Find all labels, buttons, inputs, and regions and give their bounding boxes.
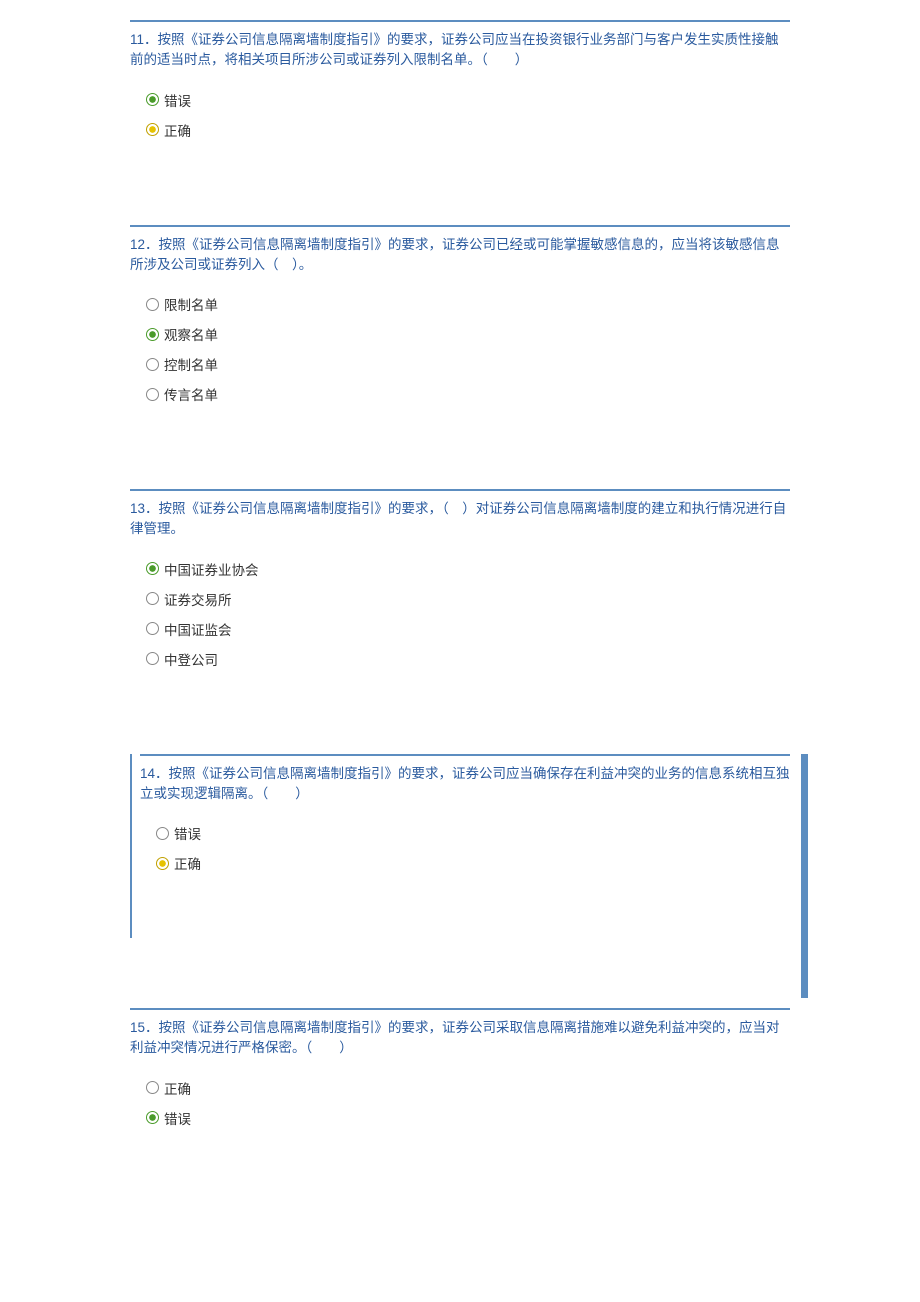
options-group: 限制名单 观察名单 控制名单 传言名单 (130, 283, 790, 409)
option-label: 传言名单 (164, 384, 218, 404)
option-label: 错误 (174, 823, 201, 843)
option-row[interactable]: 中国证券业协会 (146, 554, 790, 584)
option-label: 错误 (164, 90, 191, 110)
option-label: 证券交易所 (164, 589, 232, 609)
question-number: 12． (130, 237, 159, 252)
radio-icon[interactable] (156, 827, 169, 840)
option-label: 中登公司 (164, 649, 218, 669)
question-body: 按照《证券公司信息隔离墙制度指引》的要求，证券公司应当确保存在利益冲突的业务的信… (140, 766, 790, 801)
option-label: 正确 (164, 1078, 191, 1098)
option-row[interactable]: 正确 (146, 115, 790, 145)
question-text: 15．按照《证券公司信息隔离墙制度指引》的要求，证券公司采取信息隔离措施难以避免… (130, 1018, 790, 1067)
question-divider: 15．按照《证券公司信息隔离墙制度指引》的要求，证券公司采取信息隔离措施难以避免… (130, 1008, 790, 1067)
radio-icon[interactable] (146, 1111, 159, 1124)
radio-icon[interactable] (146, 652, 159, 665)
radio-icon[interactable] (146, 388, 159, 401)
question-text: 14．按照《证券公司信息隔离墙制度指引》的要求，证券公司应当确保存在利益冲突的业… (140, 764, 790, 813)
options-group: 错误 正确 (140, 812, 790, 878)
option-row[interactable]: 证券交易所 (146, 584, 790, 614)
option-row[interactable]: 观察名单 (146, 319, 790, 349)
question-14-box: 14．按照《证券公司信息隔离墙制度指引》的要求，证券公司应当确保存在利益冲突的业… (130, 754, 790, 939)
option-label: 正确 (164, 120, 191, 140)
radio-icon[interactable] (146, 622, 159, 635)
question-divider: 14．按照《证券公司信息隔离墙制度指引》的要求，证券公司应当确保存在利益冲突的业… (140, 754, 790, 813)
option-row[interactable]: 错误 (146, 1103, 790, 1133)
option-row[interactable]: 传言名单 (146, 379, 790, 409)
radio-icon[interactable] (146, 123, 159, 136)
question-number: 14． (140, 766, 169, 781)
option-row[interactable]: 中登公司 (146, 644, 790, 674)
question-divider: 12．按照《证券公司信息隔离墙制度指引》的要求，证券公司已经或可能掌握敏感信息的… (130, 225, 790, 284)
question-body: 按照《证券公司信息隔离墙制度指引》的要求，证券公司已经或可能掌握敏感信息的，应当… (130, 237, 780, 272)
option-label: 观察名单 (164, 324, 218, 344)
question-13: 13．按照《证券公司信息隔离墙制度指引》的要求，（ ）对证券公司信息隔离墙制度的… (130, 489, 790, 674)
option-row[interactable]: 控制名单 (146, 349, 790, 379)
question-14-wrapper: 14．按照《证券公司信息隔离墙制度指引》的要求，证券公司应当确保存在利益冲突的业… (130, 754, 790, 939)
question-divider: 13．按照《证券公司信息隔离墙制度指引》的要求，（ ）对证券公司信息隔离墙制度的… (130, 489, 790, 548)
option-row[interactable]: 中国证监会 (146, 614, 790, 644)
options-group: 错误 正确 (130, 79, 790, 145)
radio-icon[interactable] (146, 592, 159, 605)
question-number: 11． (130, 32, 158, 47)
radio-icon[interactable] (146, 93, 159, 106)
question-divider: 11．按照《证券公司信息隔离墙制度指引》的要求，证券公司应当在投资银行业务部门与… (130, 20, 790, 79)
option-row[interactable]: 正确 (146, 1073, 790, 1103)
question-15: 15．按照《证券公司信息隔离墙制度指引》的要求，证券公司采取信息隔离措施难以避免… (130, 1008, 790, 1133)
radio-icon[interactable] (146, 328, 159, 341)
question-number: 15． (130, 1020, 159, 1035)
option-label: 中国证券业协会 (164, 559, 259, 579)
right-bar-icon (801, 754, 808, 999)
question-text: 11．按照《证券公司信息隔离墙制度指引》的要求，证券公司应当在投资银行业务部门与… (130, 30, 790, 79)
option-label: 限制名单 (164, 294, 218, 314)
option-label: 中国证监会 (164, 619, 232, 639)
option-row[interactable]: 错误 (146, 85, 790, 115)
radio-icon[interactable] (146, 1081, 159, 1094)
option-row[interactable]: 限制名单 (146, 289, 790, 319)
question-12: 12．按照《证券公司信息隔离墙制度指引》的要求，证券公司已经或可能掌握敏感信息的… (130, 225, 790, 410)
question-body: 按照《证券公司信息隔离墙制度指引》的要求，证券公司应当在投资银行业务部门与客户发… (130, 32, 779, 67)
radio-icon[interactable] (146, 562, 159, 575)
radio-icon[interactable] (156, 857, 169, 870)
radio-icon[interactable] (146, 298, 159, 311)
question-body: 按照《证券公司信息隔离墙制度指引》的要求，证券公司采取信息隔离措施难以避免利益冲… (130, 1020, 780, 1055)
option-label: 控制名单 (164, 354, 218, 374)
options-group: 正确 错误 (130, 1067, 790, 1133)
option-label: 错误 (164, 1108, 191, 1128)
question-text: 12．按照《证券公司信息隔离墙制度指引》的要求，证券公司已经或可能掌握敏感信息的… (130, 235, 790, 284)
question-number: 13． (130, 501, 159, 516)
option-row[interactable]: 错误 (156, 818, 790, 848)
radio-icon[interactable] (146, 358, 159, 371)
question-body: 按照《证券公司信息隔离墙制度指引》的要求，（ ）对证券公司信息隔离墙制度的建立和… (130, 501, 786, 536)
question-text: 13．按照《证券公司信息隔离墙制度指引》的要求，（ ）对证券公司信息隔离墙制度的… (130, 499, 790, 548)
question-11: 11．按照《证券公司信息隔离墙制度指引》的要求，证券公司应当在投资银行业务部门与… (130, 20, 790, 145)
option-label: 正确 (174, 853, 201, 873)
option-row[interactable]: 正确 (156, 848, 790, 878)
options-group: 中国证券业协会 证券交易所 中国证监会 中登公司 (130, 548, 790, 674)
